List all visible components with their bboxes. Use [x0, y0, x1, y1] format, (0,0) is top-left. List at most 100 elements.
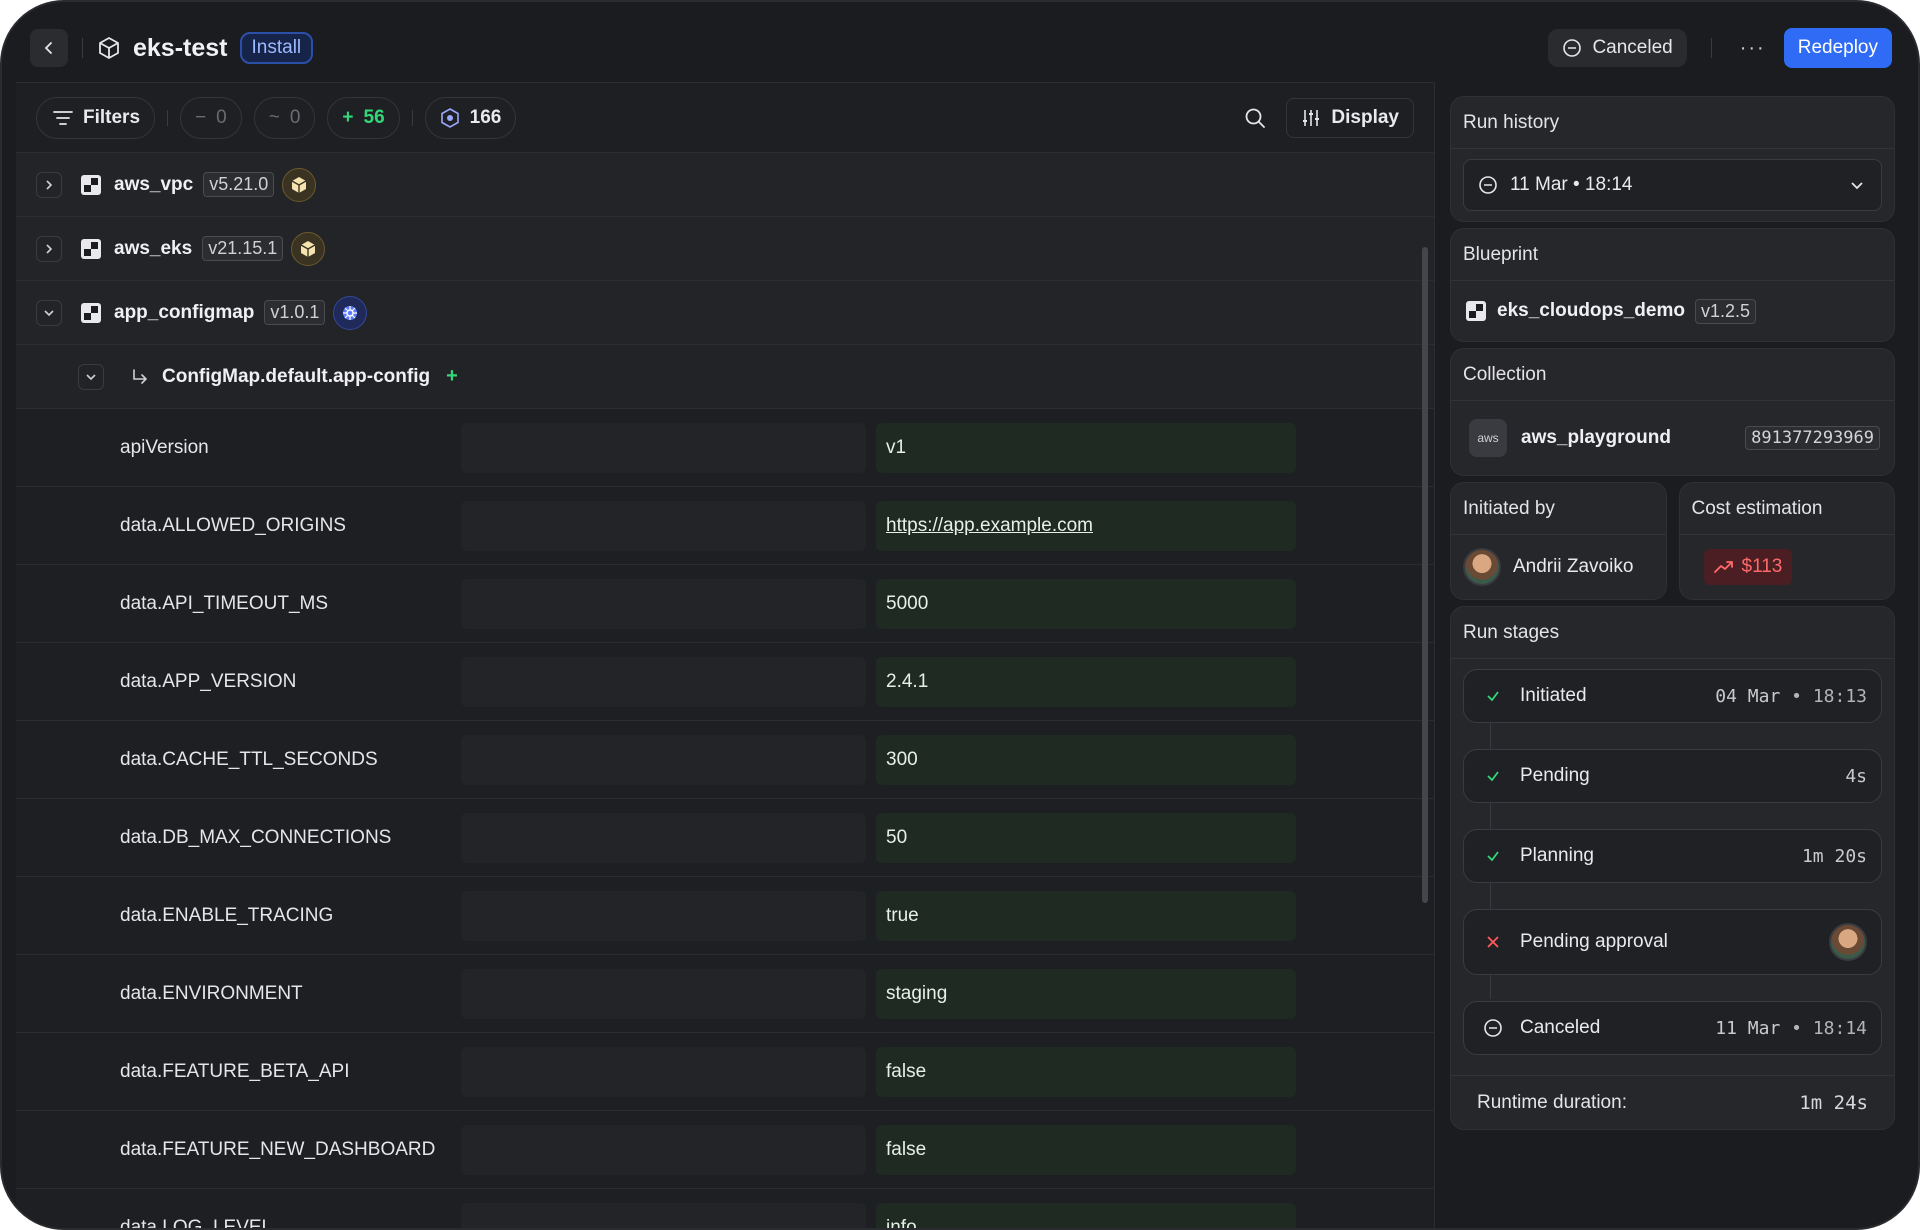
attribute-old-value — [461, 812, 866, 863]
module-version: v5.21.0 — [203, 172, 275, 197]
scrollbar[interactable] — [1422, 247, 1428, 903]
attribute-old-value — [461, 890, 866, 941]
expand-button[interactable] — [36, 171, 62, 198]
filter-icon — [53, 110, 73, 125]
collapse-button[interactable] — [36, 299, 62, 326]
added-count: 56 — [363, 106, 385, 128]
module-row[interactable]: app_configmap v1.0.1 — [16, 281, 1434, 345]
check-icon — [1482, 845, 1504, 867]
attribute-link[interactable]: https://app.example.com — [886, 515, 1093, 537]
attribute-new-value[interactable]: https://app.example.com — [876, 500, 1296, 551]
cost-badge[interactable]: $113 — [1703, 549, 1793, 585]
divider — [1710, 38, 1712, 58]
search-icon[interactable] — [1244, 107, 1266, 129]
resource-name: ConfigMap.default.app-config — [162, 365, 431, 387]
total-resources-pill[interactable]: 166 — [424, 96, 517, 139]
total-count: 166 — [469, 106, 502, 128]
attribute-old-value — [461, 1046, 866, 1097]
stage-pending[interactable]: Pending 4s — [1463, 749, 1882, 803]
more-options-button[interactable]: ··· — [1722, 37, 1784, 60]
resource-row[interactable]: ConfigMap.default.app-config + — [16, 345, 1434, 409]
minus-icon: − — [195, 106, 207, 128]
collection-name: aws_playground — [1521, 427, 1671, 448]
filters-button[interactable]: Filters — [36, 96, 156, 139]
changed-filter-pill[interactable]: ~ 0 — [253, 96, 316, 139]
tilde-icon: ~ — [268, 106, 280, 128]
module-version: v21.15.1 — [202, 236, 284, 261]
chevron-down-icon — [1851, 182, 1863, 190]
check-icon — [1482, 685, 1504, 707]
stage-label: Pending approval — [1520, 931, 1668, 952]
stage-canceled[interactable]: Canceled 11 Mar • 18:14 — [1463, 1001, 1882, 1055]
filters-label: Filters — [83, 106, 141, 128]
chevron-left-icon — [44, 42, 52, 54]
run-history-title: Run history — [1451, 97, 1894, 149]
attribute-row: data.APP_VERSION 2.4.1 — [16, 643, 1434, 721]
user-link[interactable]: Andrii Zavoiko — [1451, 535, 1666, 599]
back-button[interactable] — [30, 29, 68, 67]
attribute-new-value: staging — [876, 968, 1296, 1019]
module-row[interactable]: aws_eks v21.15.1 — [16, 217, 1434, 281]
collection-link[interactable]: aws aws_playground 891377293969 — [1451, 401, 1894, 475]
attribute-value-text: 300 — [886, 748, 918, 770]
chevron-down-icon — [44, 309, 54, 316]
top-bar: eks-test Install Canceled ··· Redeploy — [16, 16, 1904, 80]
attribute-list: apiVersion v1 data.ALLOWED_ORIGINS https://… — [16, 409, 1434, 1230]
module-name: aws_eks — [114, 237, 193, 259]
chevron-right-icon — [46, 179, 53, 190]
attribute-key: data.ENABLE_TRACING — [120, 904, 334, 926]
attribute-old-value — [461, 1202, 866, 1228]
run-status-pill[interactable]: Canceled — [1548, 29, 1687, 67]
module-icon — [81, 238, 101, 259]
stage-initiated[interactable]: Initiated 04 Mar • 18:13 — [1463, 669, 1882, 723]
stage-time: 04 Mar • 18:13 — [1715, 685, 1867, 707]
added-filter-pill[interactable]: + 56 — [327, 96, 400, 139]
blueprint-version: v1.2.5 — [1694, 298, 1756, 324]
expand-button[interactable] — [36, 235, 62, 262]
attribute-value-text: false — [886, 1060, 927, 1082]
display-button[interactable]: Display — [1286, 97, 1414, 138]
collection-title: Collection — [1451, 349, 1894, 401]
runtime-duration: Runtime duration: 1m 24s — [1451, 1075, 1894, 1129]
stage-pending-approval[interactable]: Pending approval — [1463, 909, 1882, 975]
sub-arrow-icon — [133, 368, 147, 384]
aws-provider-icon — [282, 167, 317, 202]
attribute-new-value: 2.4.1 — [876, 656, 1296, 707]
plan-toolbar: Filters − 0 ~ 0 + 56 166 Display — [16, 83, 1434, 153]
attribute-old-value — [461, 656, 866, 707]
module-version: v1.0.1 — [264, 300, 326, 325]
blueprint-link[interactable]: eks_cloudops_demo v1.2.5 — [1451, 281, 1894, 341]
trend-up-icon — [1713, 561, 1733, 573]
approver-avatar[interactable] — [1829, 923, 1867, 961]
attribute-row: data.CACHE_TTL_SECONDS 300 — [16, 721, 1434, 799]
attribute-row: data.ENVIRONMENT staging — [16, 955, 1434, 1033]
app-window: eks-test Install Canceled ··· Redeploy F… — [0, 0, 1920, 1230]
attribute-new-value: 5000 — [876, 578, 1296, 629]
attribute-key: data.FEATURE_NEW_DASHBOARD — [120, 1138, 436, 1160]
minus-circle-icon — [1482, 1017, 1504, 1039]
added-icon: + — [446, 365, 458, 387]
divider — [411, 109, 413, 126]
stage-planning[interactable]: Planning 1m 20s — [1463, 829, 1882, 883]
run-history-select[interactable]: 11 Mar • 18:14 — [1463, 159, 1882, 211]
attribute-new-value: info — [876, 1202, 1296, 1228]
attribute-value-text: false — [886, 1138, 927, 1160]
blueprint-card: Blueprint eks_cloudops_demo v1.2.5 — [1450, 228, 1895, 342]
redeploy-button[interactable]: Redeploy — [1783, 28, 1892, 68]
module-icon — [81, 174, 101, 195]
attribute-value-text: 2.4.1 — [886, 670, 929, 692]
aws-logo-icon: aws — [1469, 419, 1507, 457]
changed-count: 0 — [289, 106, 301, 128]
module-row[interactable]: aws_vpc v5.21.0 — [16, 153, 1434, 217]
run-stages-card: Run stages Initiated 04 Mar • 18:13 Pend… — [1450, 606, 1895, 1130]
attribute-key: data.LOG_LEVEL — [120, 1216, 273, 1230]
removed-filter-pill[interactable]: − 0 — [180, 96, 242, 139]
attribute-old-value — [461, 578, 866, 629]
divider — [1434, 82, 1435, 1228]
run-sidebar: Run history 11 Mar • 18:14 Blueprint eks… — [1450, 96, 1895, 1136]
attribute-row: data.LOG_LEVEL info — [16, 1189, 1434, 1230]
collapse-button[interactable] — [78, 363, 104, 390]
attribute-key: data.DB_MAX_CONNECTIONS — [120, 826, 392, 848]
attribute-new-value: true — [876, 890, 1296, 941]
cost-estimation-card: Cost estimation $113 — [1678, 482, 1895, 600]
